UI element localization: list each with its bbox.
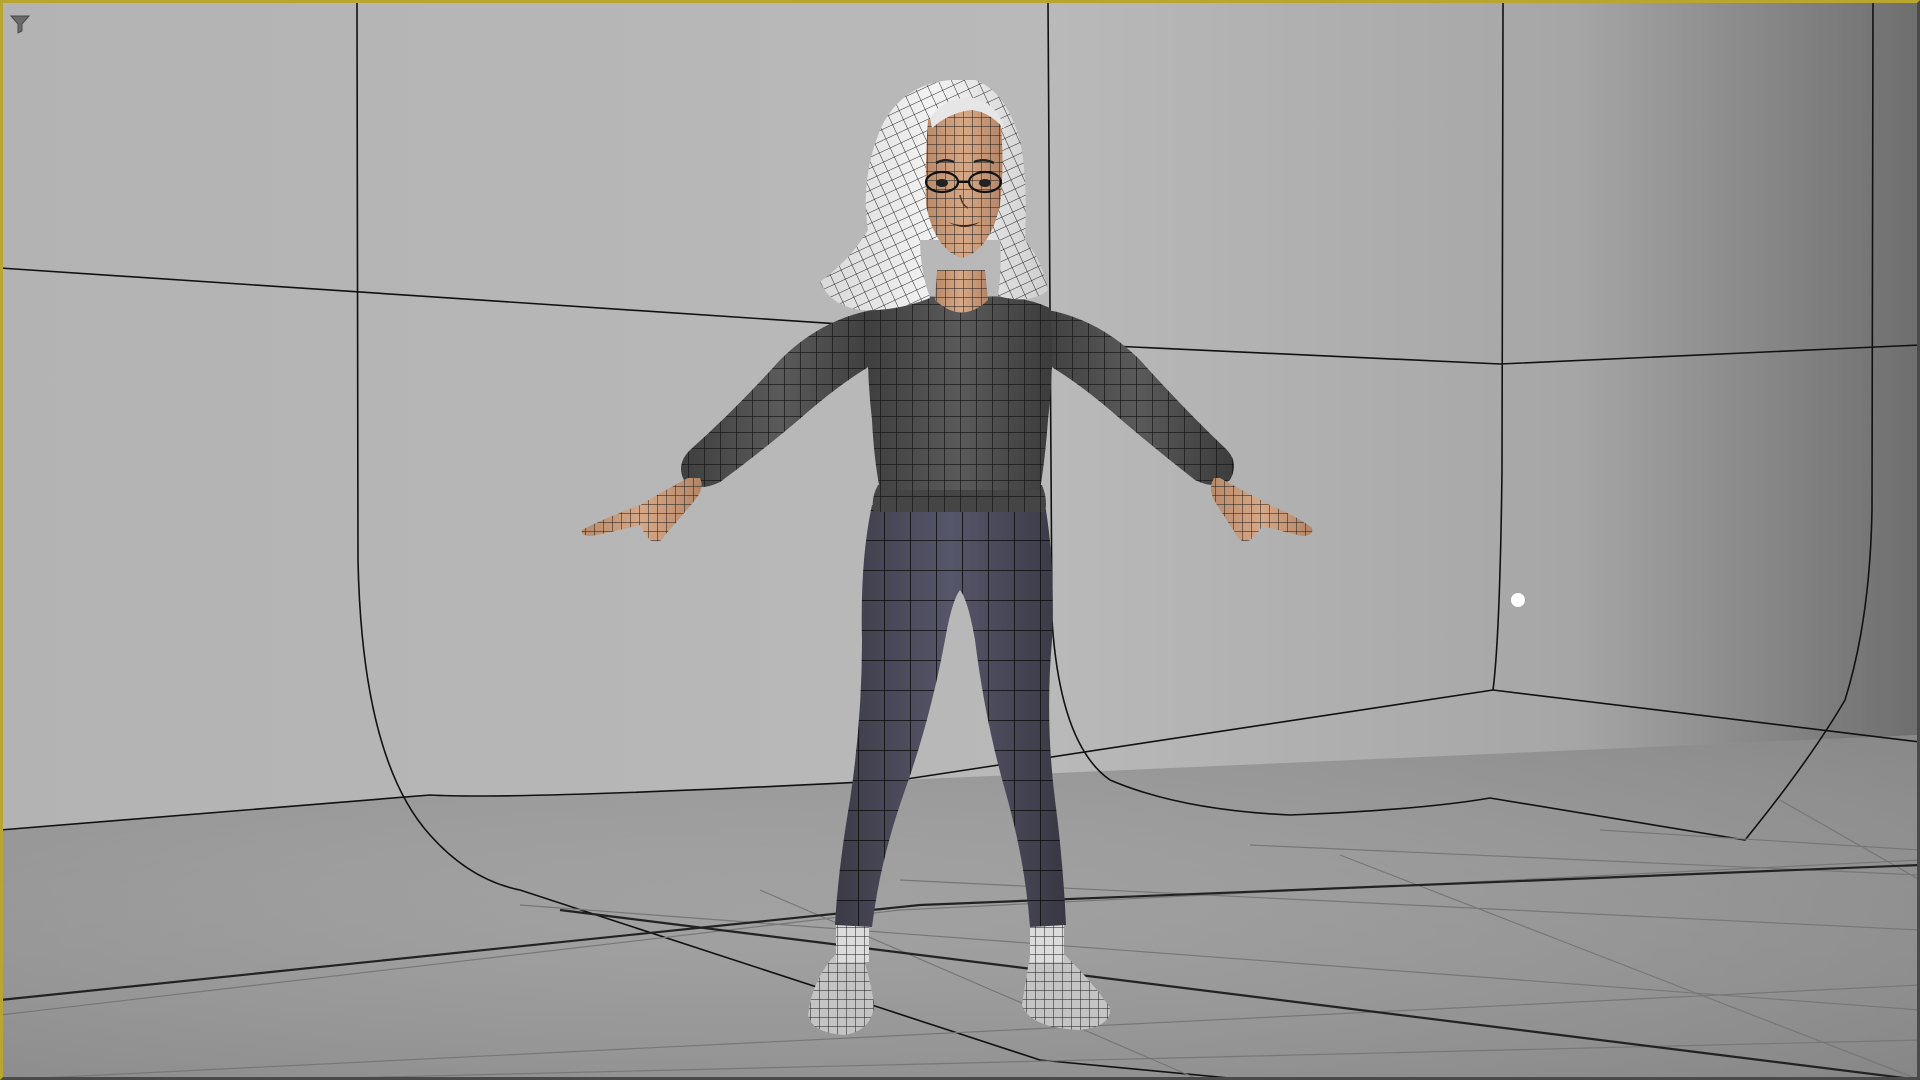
3d-viewport[interactable]	[0, 0, 1920, 1080]
sweater	[867, 296, 1053, 490]
scene-canvas[interactable]	[0, 0, 1920, 1080]
point-light-locator[interactable]	[1511, 593, 1525, 607]
filter-icon[interactable]	[9, 14, 31, 34]
